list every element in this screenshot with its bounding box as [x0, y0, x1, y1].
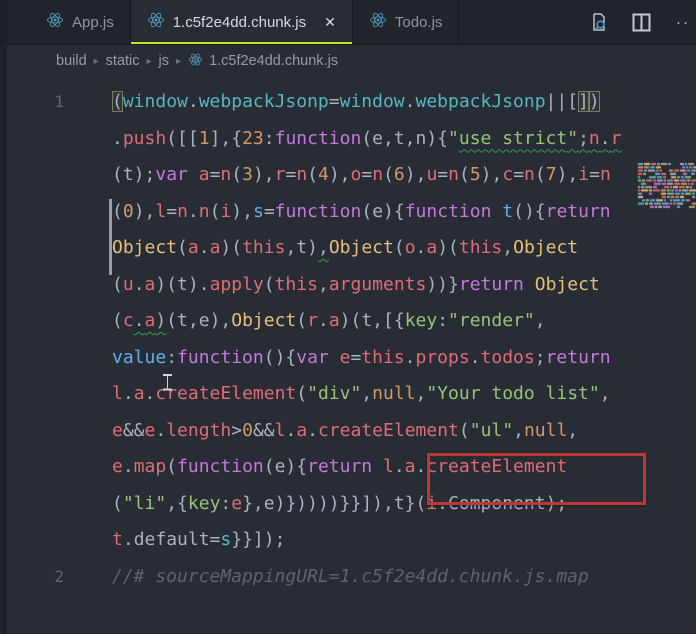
code-area[interactable]: 1 (window.webpackJsonp=window.webpackJson… [0, 77, 696, 595]
line-number [0, 522, 64, 559]
editor-actions: ··· [588, 0, 696, 44]
text-cursor-pointer [163, 374, 172, 390]
chevron-right-icon: ▸ [93, 55, 99, 67]
tab-bar: App.js 1.c5f2e4dd.chunk.js ✕ Todo.js ··· [0, 0, 696, 45]
line-number [0, 340, 64, 377]
line-number [0, 121, 64, 158]
split-editor-icon[interactable] [630, 11, 652, 33]
breadcrumb-item-build[interactable]: build [56, 53, 87, 69]
code-row: e&&e.length>0&&l.a.createElement("ul",nu… [0, 413, 696, 450]
line-number [0, 267, 64, 304]
react-icon [188, 52, 203, 71]
tab-strip: App.js 1.c5f2e4dd.chunk.js ✕ Todo.js [0, 0, 460, 44]
more-actions-icon[interactable]: ··· [672, 11, 694, 33]
tab-chunk-js[interactable]: 1.c5f2e4dd.chunk.js ✕ [130, 0, 353, 44]
code-row: l.a.createElement("div",null,"Your todo … [0, 376, 696, 413]
line-number: 2 [54, 566, 64, 586]
code-row: (u.a)(t).apply(this,arguments))}return O… [0, 267, 696, 304]
code-row: (t);var a=n(3),r=n(4),o=n(6),u=n(5),c=n(… [0, 157, 696, 194]
breadcrumb-item-static[interactable]: static [106, 53, 140, 69]
breadcrumb: build ▸ static ▸ js ▸ 1.c5f2e4dd.chunk.j… [0, 45, 696, 77]
line-number [0, 449, 64, 486]
line-number: 1 [54, 92, 64, 111]
cursor-caret [109, 199, 112, 275]
line-number [0, 486, 64, 523]
line-number [0, 303, 64, 340]
react-icon [46, 11, 64, 33]
breadcrumb-item-file[interactable]: 1.c5f2e4dd.chunk.js [188, 52, 338, 71]
tab-app-js[interactable]: App.js [30, 0, 131, 44]
chevron-right-icon: ▸ [176, 55, 182, 67]
code-row: .push([[1],{23:function(e,t,n){"use stri… [0, 121, 696, 158]
tab-label: App.js [72, 13, 114, 31]
react-icon [147, 11, 165, 33]
line-number [0, 230, 64, 267]
line-number [0, 194, 64, 231]
react-icon [369, 11, 387, 33]
chevron-right-icon: ▸ [146, 55, 152, 67]
window-edge [0, 0, 7, 634]
code-row: 1 (window.webpackJsonp=window.webpackJson… [0, 84, 696, 121]
editor[interactable]: 1 (window.webpackJsonp=window.webpackJson… [0, 77, 696, 595]
code-row: (c.a)(t,e),Object(r.a)(t,[{key:"render", [0, 303, 696, 340]
breadcrumb-item-js[interactable]: js [159, 53, 169, 69]
search-in-file-icon[interactable] [588, 11, 610, 33]
close-icon[interactable]: ✕ [324, 15, 336, 29]
minimap[interactable] [637, 162, 696, 209]
tab-label: Todo.js [394, 13, 443, 31]
line-number [0, 413, 64, 450]
code-row: Object(a.a)(this,t),Object(o.a)(this,Obj… [0, 230, 696, 267]
tab-todo-js[interactable]: Todo.js [352, 0, 460, 44]
code-row: (0),l=n.n(i),s=function(e){function t(){… [0, 194, 696, 231]
breadcrumb-file-label: 1.c5f2e4dd.chunk.js [209, 53, 339, 69]
code-row: t.default=s}}]); [0, 522, 696, 559]
tab-label: 1.c5f2e4dd.chunk.js [172, 13, 307, 31]
line-number [0, 376, 64, 413]
line-number [0, 157, 64, 194]
annotation-red-box [427, 453, 646, 505]
code-row: 2//# sourceMappingURL=1.c5f2e4dd.chunk.j… [0, 559, 696, 596]
code-row: value:function(){var e=this.props.todos;… [0, 340, 696, 377]
